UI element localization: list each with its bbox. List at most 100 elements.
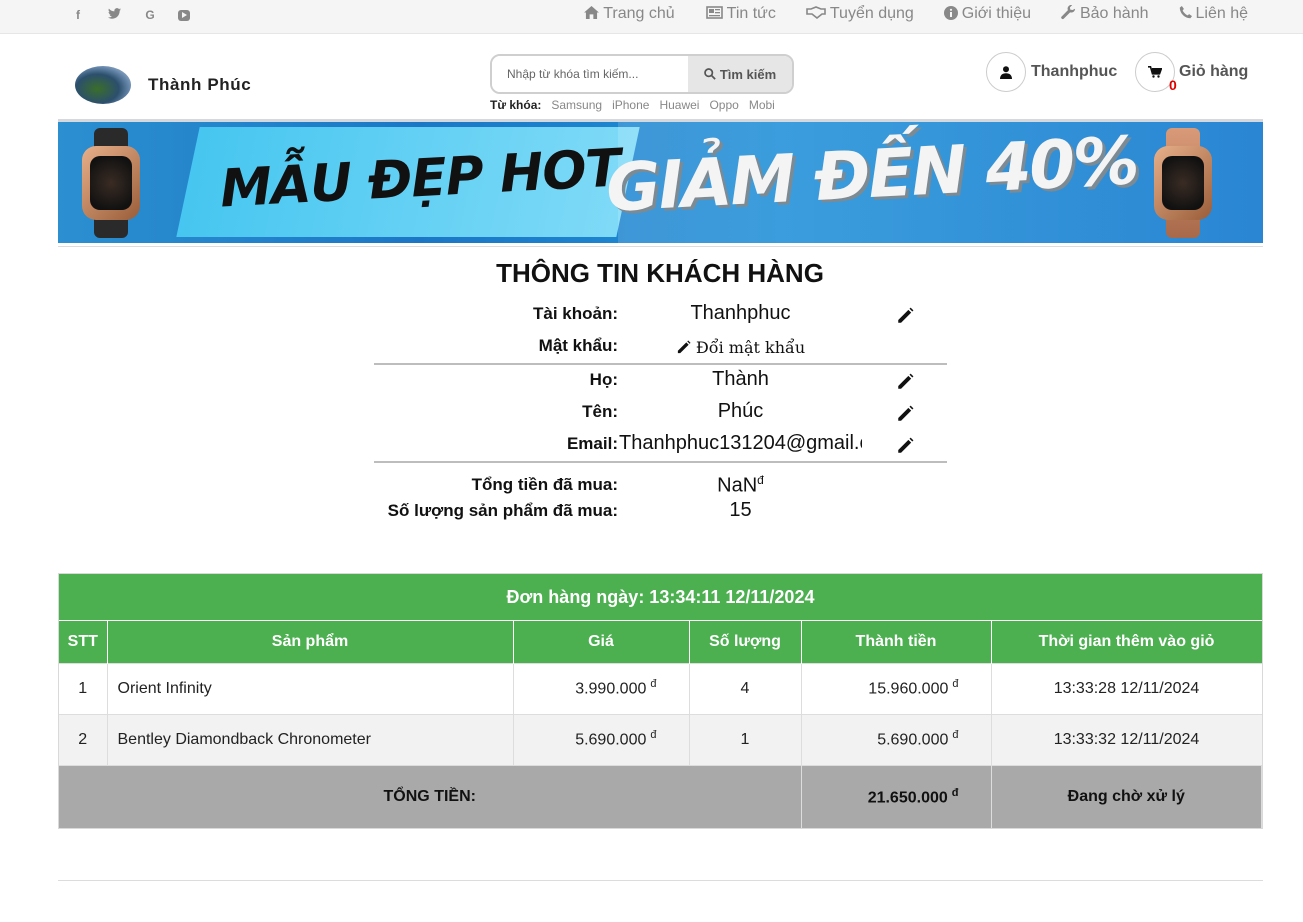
total-label: TỔNG TIỀN: [59, 764, 802, 828]
newspaper-icon [705, 6, 723, 22]
column-header: Thời gian thêm vào giỏ [991, 621, 1262, 663]
order-table-container: Đơn hàng ngày: 13:34:11 12/11/2024 STT S… [58, 573, 1263, 829]
firstname-value: Phúc [717, 400, 764, 422]
row-stt: 2 [59, 713, 108, 765]
info-icon [943, 5, 958, 23]
cart-label[interactable]: Giỏ hàng [1179, 63, 1248, 81]
column-header: STT [59, 621, 108, 663]
total-items-value: 15 [729, 499, 752, 521]
watch-image [1150, 128, 1216, 238]
social-links: f G [70, 8, 190, 22]
top-bar: f G Trang chủ Tin tức Tuyển dụng Giới th… [0, 0, 1303, 34]
keyword-list: Từ khóa: Samsung iPhone Huawei Oppo Mobi [490, 98, 775, 112]
divider [374, 363, 947, 365]
search-button[interactable]: Tìm kiếm [688, 56, 792, 92]
account-value: Thanhphuc [690, 302, 791, 324]
order-status: Đang chờ xử lý [991, 764, 1262, 828]
column-header: Thành tiền [801, 621, 992, 663]
lastname-label: Họ: [589, 370, 618, 389]
row-added-time: 13:33:32 12/11/2024 [991, 713, 1262, 765]
row-quantity: 4 [689, 662, 802, 714]
twitter-icon[interactable] [106, 8, 122, 22]
account-row: Tài khoản: Thanhphuc [374, 300, 947, 330]
nav-news[interactable]: Tin tức [705, 5, 776, 23]
lastname-row: Họ: Thành [374, 366, 947, 396]
column-header: Số lượng [689, 621, 802, 663]
keyword-link[interactable]: iPhone [612, 98, 649, 112]
row-quantity: 1 [689, 713, 802, 765]
nav-contact-label: Liên hệ [1195, 5, 1249, 22]
nav-recruit[interactable]: Tuyển dụng [806, 5, 914, 23]
promo-banner[interactable]: MẪU ĐẸP HOT GIẢM ĐẾN 40% [58, 119, 1263, 243]
row-subtotal: 5.690.000 đ [801, 713, 992, 765]
email-row: Email: Thanhphuc131204@gmail.com [374, 430, 947, 460]
edit-pencil-icon [677, 340, 691, 354]
firstname-row: Tên: Phúc [374, 398, 947, 428]
account-label: Tài khoản: [532, 304, 618, 323]
keywords-label: Từ khóa: [490, 98, 542, 112]
nav-contact[interactable]: Liên hệ [1179, 5, 1249, 23]
phone-icon [1179, 6, 1192, 22]
table-row: 1 Orient Infinity 3.990.000 đ 4 15.960.00… [59, 662, 1262, 714]
firstname-label: Tên: [582, 402, 618, 421]
user-icon [1000, 65, 1012, 79]
order-table: STT Sản phẩm Giá Số lượng Thành tiền Thờ… [59, 621, 1262, 828]
table-total-row: TỔNG TIỀN: 21.650.000 đ Đang chờ xử lý [59, 764, 1262, 828]
search-button-label: Tìm kiếm [719, 66, 777, 82]
brand-name[interactable]: Thành Phúc [148, 75, 251, 95]
row-added-time: 13:33:28 12/11/2024 [991, 662, 1262, 714]
row-product: Orient Infinity [107, 662, 514, 714]
column-header: Giá [513, 621, 690, 663]
keyword-link[interactable]: Samsung [551, 98, 602, 112]
total-spent-label: Tổng tiền đã mua: [471, 475, 618, 494]
password-label: Mật khẩu: [538, 336, 618, 355]
row-product: Bentley Diamondback Chronometer [107, 713, 514, 765]
nav-warranty-label: Bảo hành [1079, 5, 1149, 22]
row-subtotal: 15.960.000 đ [801, 662, 992, 714]
email-label: Email: [566, 434, 618, 453]
user-account-button[interactable] [986, 52, 1026, 92]
logo-image[interactable] [75, 66, 131, 104]
divider [374, 461, 947, 463]
nav-home-label: Trang chủ [603, 5, 675, 22]
edit-pencil-icon[interactable] [896, 437, 914, 455]
change-password-link[interactable]: Đổi mật khẩu [619, 338, 862, 357]
handshake-icon [806, 6, 826, 22]
edit-pencil-icon[interactable] [896, 373, 914, 391]
customer-info-title: THÔNG TIN KHÁCH HÀNG [496, 258, 824, 288]
table-header-row: STT Sản phẩm Giá Số lượng Thành tiền Thờ… [59, 621, 1262, 663]
email-value: Thanhphuc131204@gmail.com [619, 432, 862, 454]
divider [58, 880, 1263, 881]
nav-about-label: Giới thiệu [961, 5, 1031, 22]
password-row: Mật khẩu: Đổi mật khẩu [374, 332, 947, 362]
youtube-icon[interactable] [178, 10, 190, 21]
total-items-label: Số lượng sản phẩm đã mua: [387, 501, 618, 520]
lastname-value: Thành [712, 368, 769, 390]
nav-news-label: Tin tức [726, 5, 776, 22]
search-box: Tìm kiếm [490, 54, 794, 94]
nav-home[interactable]: Trang chủ [584, 5, 675, 23]
nav-warranty[interactable]: Bảo hành [1061, 4, 1149, 23]
watch-image [78, 128, 144, 238]
column-header: Sản phẩm [107, 621, 514, 663]
edit-pencil-icon[interactable] [896, 307, 914, 325]
row-stt: 1 [59, 662, 108, 714]
facebook-icon[interactable]: f [70, 8, 86, 22]
top-nav: Trang chủ Tin tức Tuyển dụng Giới thiệu … [584, 4, 1249, 23]
nav-about[interactable]: Giới thiệu [943, 5, 1031, 23]
keyword-link[interactable]: Mobi [749, 98, 775, 112]
keyword-link[interactable]: Huawei [659, 98, 699, 112]
wrench-icon [1061, 4, 1076, 23]
edit-pencil-icon[interactable] [896, 405, 914, 423]
row-price: 3.990.000 đ [513, 662, 690, 714]
google-icon[interactable]: G [142, 8, 158, 22]
row-price: 5.690.000 đ [513, 713, 690, 765]
search-input[interactable] [492, 56, 688, 92]
keyword-link[interactable]: Oppo [709, 98, 738, 112]
total-items-row: Số lượng sản phẩm đã mua: 15 [374, 497, 947, 527]
total-spent-value: NaNđ [717, 473, 764, 497]
order-title: Đơn hàng ngày: 13:34:11 12/11/2024 [59, 574, 1262, 621]
user-name[interactable]: Thanhphuc [1031, 63, 1117, 81]
divider [58, 246, 1263, 247]
change-password-label: Đổi mật khẩu [695, 338, 806, 357]
